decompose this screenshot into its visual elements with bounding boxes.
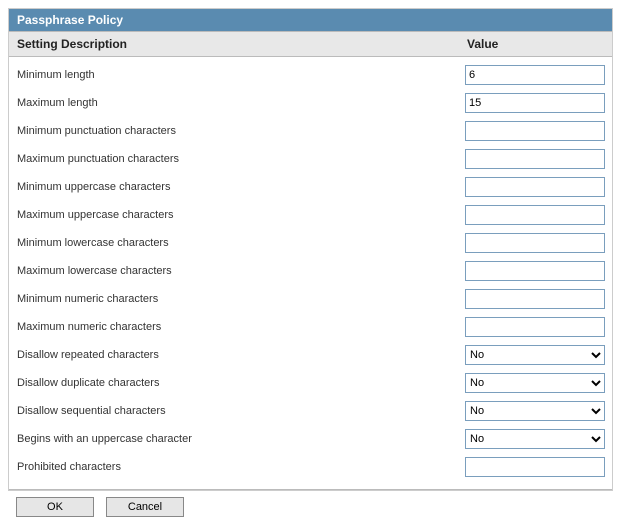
panel-title: Passphrase Policy [9,9,612,31]
setting-row: Disallow repeated charactersNo [9,341,612,369]
setting-label: Minimum numeric characters [17,293,465,305]
setting-control [465,205,605,225]
setting-select[interactable]: No [465,345,605,365]
setting-label: Minimum punctuation characters [17,125,465,137]
setting-row: Disallow duplicate charactersNo [9,369,612,397]
setting-label: Begins with an uppercase character [17,433,465,445]
setting-row: Maximum uppercase characters [9,201,612,229]
setting-select[interactable]: No [465,373,605,393]
setting-label: Minimum uppercase characters [17,181,465,193]
setting-input[interactable] [465,289,605,309]
setting-control [465,121,605,141]
setting-label: Maximum uppercase characters [17,209,465,221]
setting-label: Disallow repeated characters [17,349,465,361]
setting-control: No [465,401,605,421]
button-bar: OK Cancel [8,491,613,517]
setting-label: Maximum numeric characters [17,321,465,333]
column-header-row: Setting Description Value [9,31,612,57]
setting-row: Minimum numeric characters [9,285,612,313]
setting-control [465,93,605,113]
setting-row: Maximum numeric characters [9,313,612,341]
setting-control [465,289,605,309]
setting-input[interactable] [465,233,605,253]
passphrase-policy-panel: Passphrase Policy Setting Description Va… [8,8,613,491]
setting-label: Minimum lowercase characters [17,237,465,249]
setting-label: Disallow duplicate characters [17,377,465,389]
settings-rows: Minimum length Maximum length Minimum punc… [9,57,612,485]
setting-control [465,149,605,169]
setting-control [465,233,605,253]
setting-row: Minimum uppercase characters [9,173,612,201]
setting-control [465,177,605,197]
setting-input[interactable] [465,121,605,141]
setting-row: Minimum length [9,61,612,89]
setting-row: Maximum lowercase characters [9,257,612,285]
setting-label: Prohibited characters [17,461,465,473]
setting-control: No [465,373,605,393]
setting-control: No [465,345,605,365]
setting-control [465,317,605,337]
setting-input[interactable] [465,177,605,197]
setting-row: Maximum length [9,89,612,117]
setting-control [465,261,605,281]
setting-label: Maximum length [17,97,465,109]
setting-input[interactable] [465,317,605,337]
setting-row: Maximum punctuation characters [9,145,612,173]
setting-control [465,65,605,85]
setting-label: Maximum punctuation characters [17,153,465,165]
column-header-value: Value [459,32,612,56]
setting-row: Minimum punctuation characters [9,117,612,145]
setting-label: Disallow sequential characters [17,405,465,417]
footer-separator [9,489,612,490]
setting-row: Prohibited characters [9,453,612,481]
setting-select[interactable]: No [465,401,605,421]
setting-row: Begins with an uppercase characterNo [9,425,612,453]
setting-input[interactable] [465,205,605,225]
ok-button[interactable]: OK [16,497,94,517]
cancel-button[interactable]: Cancel [106,497,184,517]
setting-label: Minimum length [17,69,465,81]
column-header-description: Setting Description [9,32,459,56]
setting-control [465,457,605,477]
setting-input[interactable] [465,457,605,477]
setting-input[interactable] [465,65,605,85]
setting-label: Maximum lowercase characters [17,265,465,277]
setting-input[interactable] [465,149,605,169]
setting-input[interactable] [465,261,605,281]
setting-select[interactable]: No [465,429,605,449]
setting-control: No [465,429,605,449]
setting-row: Disallow sequential charactersNo [9,397,612,425]
setting-row: Minimum lowercase characters [9,229,612,257]
setting-input[interactable] [465,93,605,113]
